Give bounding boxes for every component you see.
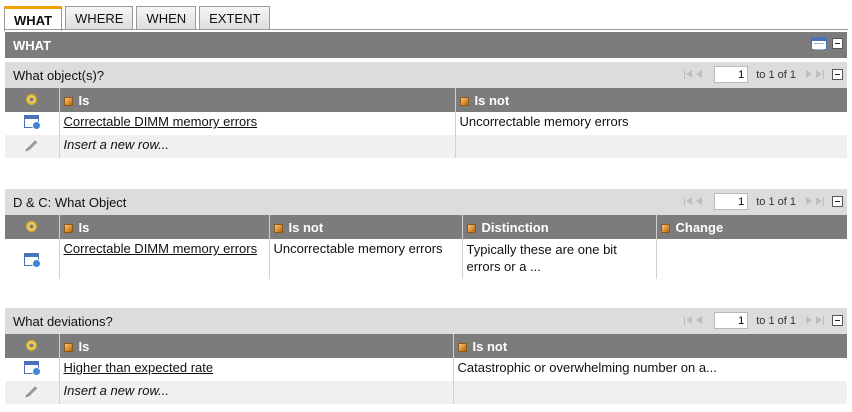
column-header-change: Change [656,215,847,239]
header-row: Is Is not [5,88,847,112]
column-header-is-not: Is not [455,88,847,112]
cell-is-not: Catastrophic or overwhelming number on a… [453,358,847,381]
last-page-icon[interactable] [815,315,824,326]
collapse-icon[interactable] [832,315,843,326]
record-icon[interactable] [24,252,42,268]
record-icon[interactable] [24,361,42,376]
main-header-icons [811,37,843,50]
header-row: Is Is not [5,334,847,358]
column-header-is-not: Is not [269,215,463,239]
collapse-icon[interactable] [832,196,843,207]
pager: to 1 of 1 [684,312,843,329]
cell-is-not: Uncorrectable memory errors [269,239,463,279]
table-row: Correctable DIMM memory errors Uncorrect… [5,239,847,279]
insert-row-label[interactable]: Insert a new row... [59,381,454,404]
prev-page-icon[interactable] [695,196,704,207]
insert-row-label[interactable]: Insert a new row... [59,135,456,158]
last-page-icon[interactable] [815,69,824,80]
tab-extent[interactable]: EXTENT [199,6,271,30]
page-input[interactable] [714,66,749,83]
page-input[interactable] [714,193,749,210]
table-row: Higher than expected rate Catastrophic o… [5,358,847,381]
pager: to 1 of 1 [684,193,843,210]
settings-icon[interactable] [26,93,38,105]
spreadsheet-icon[interactable] [811,37,827,50]
section-title: D & C: What Object [13,194,127,210]
cell-distinction: Typically these are one bit errors or a … [462,239,657,279]
row-link[interactable]: Correctable DIMM memory errors [64,114,258,129]
row-link[interactable]: Correctable DIMM memory errors [64,241,258,256]
column-header-is: Is [59,215,270,239]
cube-icon [660,223,670,233]
data-table: Is Is not Correctable DIMM memory errors… [5,88,847,158]
settings-icon[interactable] [26,339,38,351]
section-header: D & C: What Object to 1 of 1 [5,189,847,215]
pencil-icon [26,140,38,151]
section-title: What deviations? [13,313,113,329]
cell-is: Correctable DIMM memory errors [59,239,270,279]
cube-icon [273,223,283,233]
last-page-icon[interactable] [815,196,824,207]
insert-row[interactable]: Insert a new row... [5,135,847,158]
page-count: to 1 of 1 [756,68,796,81]
data-table: Is Is not Higher than expected rate Cata… [5,334,847,404]
tab-divider [4,29,848,30]
cell-change [656,239,847,279]
pencil-icon [26,386,38,397]
cell-is: Correctable DIMM memory errors [59,112,456,135]
first-page-icon[interactable] [684,69,693,80]
main-title: WHAT [13,37,52,53]
tab-bar: WHAT WHERE WHEN EXTENT [4,6,271,31]
section-dc-what-object: D & C: What Object to 1 of 1 Is Is not D… [5,189,847,279]
next-page-icon[interactable] [804,196,813,207]
main-header: WHAT [5,32,847,58]
section-header: What deviations? to 1 of 1 [5,308,847,334]
cell-is: Higher than expected rate [59,358,454,381]
record-icon[interactable] [24,115,42,130]
cell-is-not: Uncorrectable memory errors [455,112,847,135]
prev-page-icon[interactable] [695,69,704,80]
page-count: to 1 of 1 [756,314,796,327]
collapse-icon[interactable] [832,38,843,49]
data-table: Is Is not Distinction Change Correctable… [5,215,847,279]
section-header: What object(s)? to 1 of 1 [5,62,847,88]
cube-icon [457,342,467,352]
pager: to 1 of 1 [684,66,843,83]
tab-where[interactable]: WHERE [65,6,134,30]
section-what-objects: What object(s)? to 1 of 1 Is Is not Corr… [5,62,847,158]
collapse-icon[interactable] [832,69,843,80]
column-header-is: Is [59,334,454,358]
first-page-icon[interactable] [684,196,693,207]
table-row: Correctable DIMM memory errors Uncorrect… [5,112,847,135]
section-what-deviations: What deviations? to 1 of 1 Is Is not Hig… [5,308,847,404]
column-header-is: Is [59,88,456,112]
page-count: to 1 of 1 [756,195,796,208]
prev-page-icon[interactable] [695,315,704,326]
header-row: Is Is not Distinction Change [5,215,847,239]
page-input[interactable] [714,312,749,329]
section-title: What object(s)? [13,67,105,83]
cube-icon [63,223,73,233]
insert-row[interactable]: Insert a new row... [5,381,847,404]
cube-icon [63,342,73,352]
next-page-icon[interactable] [804,69,813,80]
settings-icon[interactable] [26,220,38,232]
next-page-icon[interactable] [804,315,813,326]
tab-what[interactable]: WHAT [4,6,63,31]
cube-icon [459,96,469,106]
tab-when[interactable]: WHEN [136,6,197,30]
column-header-is-not: Is not [453,334,847,358]
cube-icon [63,96,73,106]
row-link[interactable]: Higher than expected rate [64,360,214,375]
column-header-distinction: Distinction [462,215,657,239]
first-page-icon[interactable] [684,315,693,326]
cube-icon [466,223,476,233]
